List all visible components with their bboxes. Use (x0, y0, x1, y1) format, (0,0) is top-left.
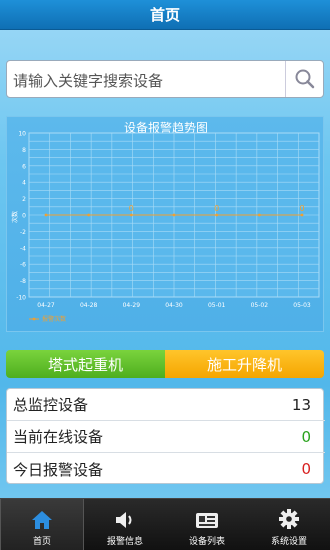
data-point (87, 213, 91, 217)
speaker-icon (116, 512, 132, 528)
data-point (215, 213, 219, 217)
nav-label: 首页 (32, 537, 51, 547)
y-tick-label: 8 (22, 147, 26, 154)
y-tick-label: -10 (16, 295, 26, 302)
data-point (129, 213, 133, 217)
x-tick-label: 04-30 (165, 302, 183, 309)
nav-alarm-info[interactable]: 报警信息 (84, 499, 166, 550)
search-box[interactable]: 请输入关键字搜索设备 (6, 60, 324, 98)
y-tick-label: -4 (20, 245, 26, 252)
x-tick-label: 05-02 (251, 302, 269, 309)
stat-value: 0 (301, 460, 311, 478)
legend-marker (32, 317, 36, 321)
gear-icon (279, 509, 299, 529)
nav-label: 设备列表 (188, 537, 225, 547)
bottom-nav: 首页 报警信息 设备列表 系统设置 (0, 498, 330, 550)
stat-row-online[interactable]: 当前在线设备 0 (7, 421, 325, 453)
nav-label: 报警信息 (106, 537, 143, 547)
tab-construction-lift[interactable]: 施工升降机 (165, 350, 324, 378)
y-tick-label: 6 (22, 163, 26, 170)
page-title: 首页 (149, 6, 180, 24)
alarm-trend-chart: 设备报警趋势图 10 8 6 4 2 0 -2 -4 -6 -8 -10 04-27 04-28 04-2… (6, 116, 324, 332)
stat-label: 今日报警设备 (13, 460, 104, 479)
x-tick-label: 04-29 (123, 302, 141, 309)
y-tick-label: 0 (22, 213, 26, 220)
data-label: 0 (299, 204, 304, 213)
device-type-tabs: 塔式起重机 施工升降机 (6, 350, 324, 378)
stat-row-alarm[interactable]: 今日报警设备 0 (7, 453, 325, 485)
y-tick-label: -8 (20, 278, 26, 285)
chart-svg: 10 8 6 4 2 0 -2 -4 -6 -8 -10 04-27 04-28 04-29 04-30 05… (11, 131, 320, 323)
y-tick-label: 10 (18, 131, 26, 138)
stat-label: 总监控设备 (13, 396, 89, 414)
x-tick-label: 05-01 (208, 302, 226, 309)
data-point (257, 213, 261, 217)
stat-value: 13 (291, 395, 311, 414)
stats-panel: 总监控设备 13 当前在线设备 0 今日报警设备 0 (6, 388, 325, 485)
x-tick-label: 04-28 (80, 302, 98, 309)
y-tick-label: -6 (20, 262, 26, 269)
x-tick-label: 04-27 (37, 302, 55, 309)
home-icon (32, 511, 52, 529)
y-tick-label: -2 (20, 229, 26, 236)
y-axis-label: 次数 (11, 211, 19, 223)
stat-value: 0 (301, 427, 311, 446)
legend-label: 报警次数 (42, 315, 66, 323)
title-bar: 首页 (0, 0, 330, 30)
data-point (44, 213, 48, 217)
stat-label: 当前在线设备 (13, 428, 104, 446)
nav-label: 系统设置 (270, 537, 307, 547)
search-input[interactable]: 请输入关键字搜索设备 (13, 70, 163, 91)
data-label: 0 (214, 204, 219, 213)
device-card-icon (196, 513, 218, 528)
nav-home[interactable]: 首页 (0, 499, 84, 550)
data-point (172, 213, 176, 217)
x-tick-label: 05-03 (293, 302, 311, 309)
stat-row-total[interactable]: 总监控设备 13 (7, 389, 325, 421)
data-point (300, 213, 304, 217)
nav-system-settings[interactable]: 系统设置 (248, 499, 330, 550)
tab-tower-crane[interactable]: 塔式起重机 (6, 350, 165, 378)
y-tick-label: 2 (22, 196, 26, 203)
data-label: 0 (129, 204, 134, 213)
search-icon (295, 69, 314, 89)
search-button[interactable] (285, 61, 323, 97)
nav-device-list[interactable]: 设备列表 (166, 499, 248, 550)
y-tick-label: 4 (22, 180, 26, 187)
